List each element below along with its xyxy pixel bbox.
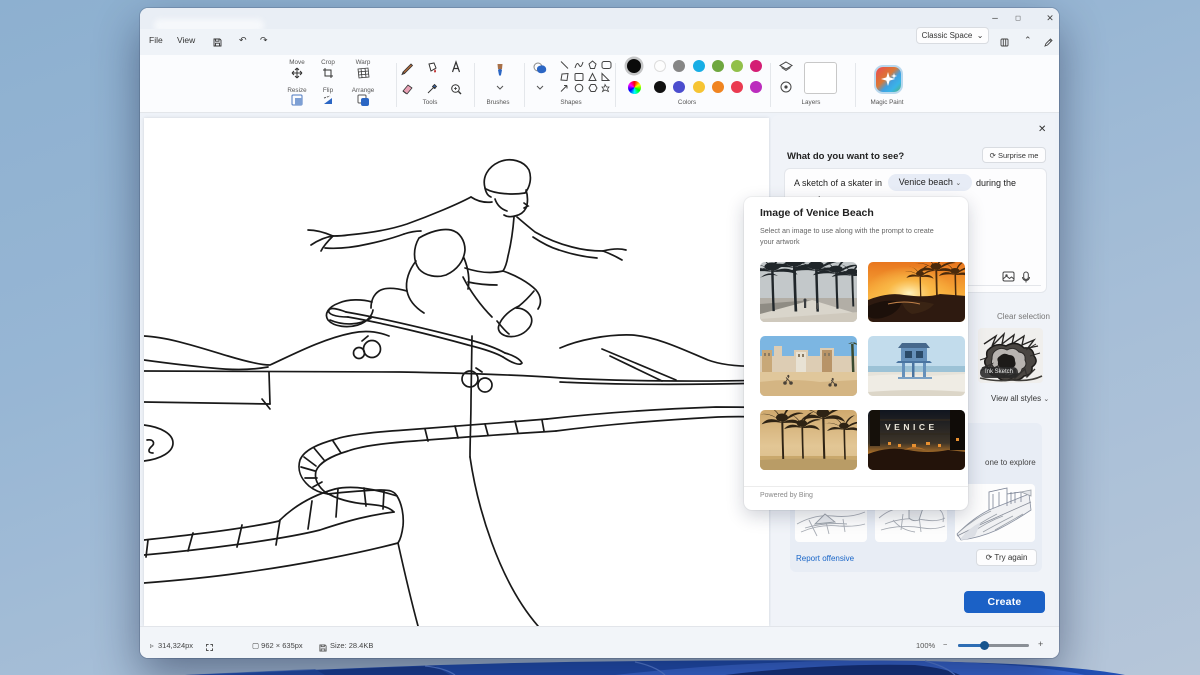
svg-text:VENICE: VENICE — [885, 422, 938, 432]
